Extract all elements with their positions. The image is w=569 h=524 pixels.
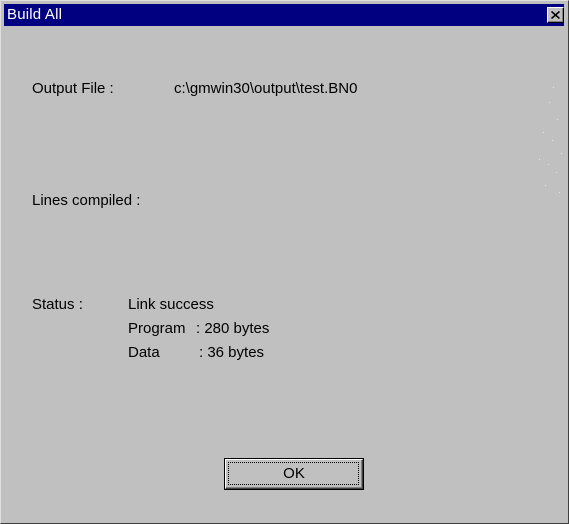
close-icon xyxy=(551,11,560,19)
program-size-label: Program xyxy=(128,320,186,337)
lines-compiled-label: Lines compiled : xyxy=(32,192,141,209)
window-title: Build All xyxy=(7,6,63,23)
status-result: Link success xyxy=(128,296,214,313)
output-file-label: Output File : xyxy=(32,80,114,97)
build-all-dialog: Build All Output File : c:\gmwin30\outpu… xyxy=(0,0,569,524)
output-file-value: c:\gmwin30\output\test.BN0 xyxy=(174,80,358,97)
ok-button-label: OK xyxy=(283,465,305,482)
title-bar[interactable]: Build All xyxy=(4,4,564,26)
program-size-value: : 280 bytes xyxy=(196,320,270,337)
status-label: Status : xyxy=(32,296,83,313)
data-size-value: : 36 bytes xyxy=(199,344,265,361)
data-size-label: Data xyxy=(128,344,160,361)
close-button[interactable] xyxy=(547,7,564,23)
ok-button[interactable]: OK xyxy=(224,458,364,490)
